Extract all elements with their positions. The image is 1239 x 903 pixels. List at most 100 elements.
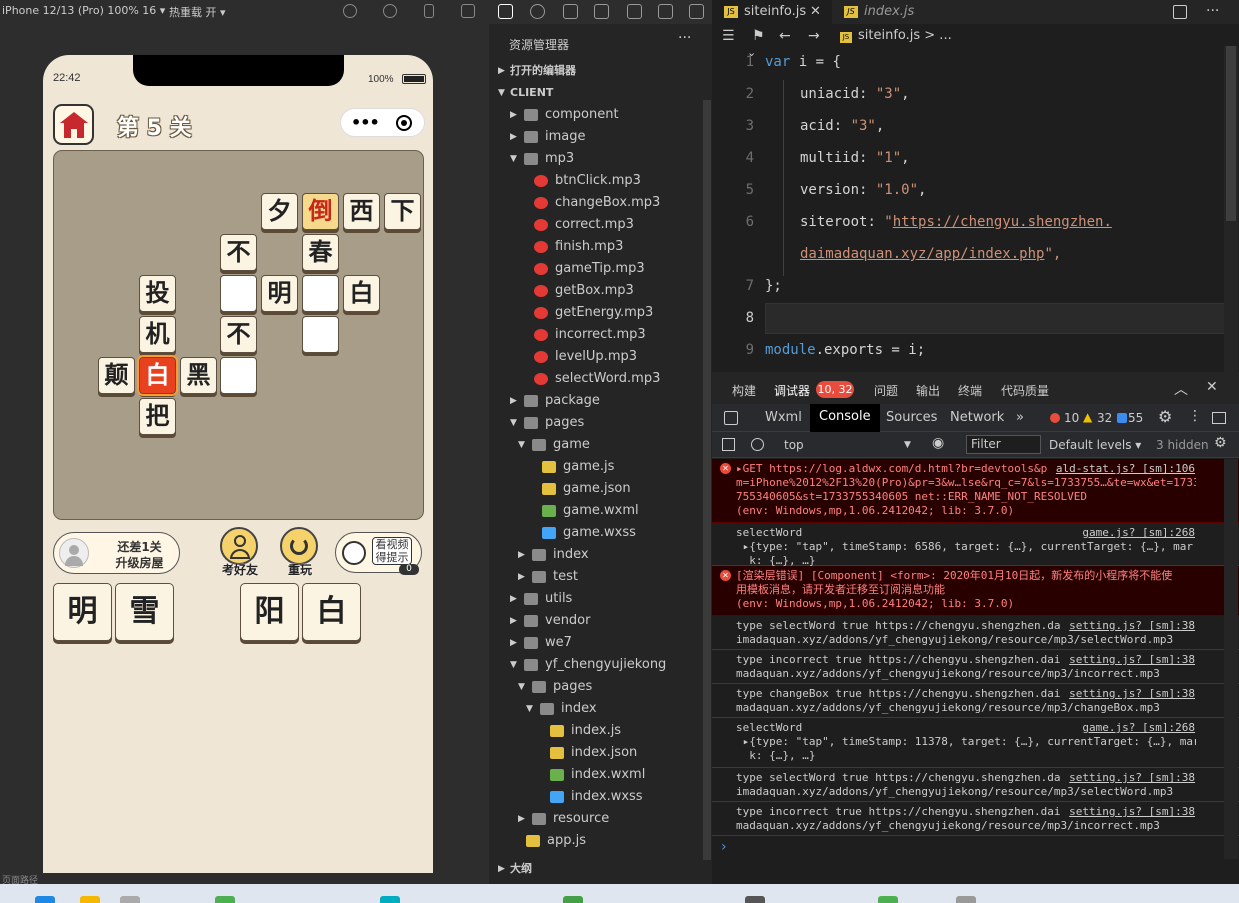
tree-file[interactable]: finish.mp3 xyxy=(489,236,712,258)
phone-icon[interactable] xyxy=(424,4,434,18)
console-error[interactable]: ✕ [渲染层错误] [Component] <form>: 2020年01月10日… xyxy=(712,566,1239,616)
replay-button[interactable]: 重玩 xyxy=(278,527,322,577)
board-cell[interactable]: 倒 xyxy=(302,193,339,230)
app-icon[interactable] xyxy=(380,896,400,903)
dock-icon[interactable] xyxy=(1212,412,1226,424)
board-cell[interactable]: 不 xyxy=(220,316,257,353)
console-log[interactable]: type changeBox true https://chengyu.shen… xyxy=(712,684,1239,718)
board-cell[interactable]: 机 xyxy=(139,316,176,353)
bookmark-icon[interactable]: ⚑ xyxy=(752,24,765,48)
empty-board-cell[interactable] xyxy=(302,275,339,312)
debug-icon[interactable] xyxy=(689,4,704,19)
tab-wxml[interactable]: Wxml xyxy=(765,410,802,425)
home-button[interactable] xyxy=(53,104,94,145)
files-icon[interactable] xyxy=(498,4,513,19)
kebab-icon[interactable]: ⋮ xyxy=(1188,408,1202,424)
tree-folder[interactable]: ▼ index xyxy=(489,698,712,720)
warning-count[interactable]: 32 xyxy=(1097,411,1112,425)
answer-card[interactable]: 白 xyxy=(302,583,361,641)
source-link[interactable]: setting.js? [sm]:38 xyxy=(1069,653,1195,667)
tree-file[interactable]: game.json xyxy=(489,478,712,500)
board-cell[interactable]: 下 xyxy=(384,193,421,230)
console-log[interactable]: selectWord ▸{type: "tap", timeStamp: 658… xyxy=(712,523,1239,567)
tree-file[interactable]: incorrect.mp3 xyxy=(489,324,712,346)
code-url[interactable]: daimadaquan.xyz/app/index.php xyxy=(800,246,1044,262)
context-select[interactable]: top xyxy=(784,438,804,452)
code-line[interactable]: multiid: "1", xyxy=(800,150,910,166)
tab-index[interactable]: JS index.js xyxy=(832,0,914,24)
tree-folder[interactable]: ▼ pages xyxy=(489,412,712,434)
clear-console-icon[interactable] xyxy=(751,438,764,451)
sidebar-toggle-icon[interactable] xyxy=(722,438,735,451)
tree-file[interactable]: changeBox.mp3 xyxy=(489,192,712,214)
tab-siteinfo[interactable]: JS siteinfo.js ✕ xyxy=(712,0,832,24)
watch-video-hint-button[interactable]: 看视频得提示 0 xyxy=(335,532,422,575)
outline-section[interactable]: ▶ 大纲 xyxy=(489,858,712,880)
answer-card[interactable]: 明 xyxy=(53,583,112,641)
list-icon[interactable]: ☰ xyxy=(722,24,735,48)
inspect-icon[interactable] xyxy=(724,411,738,425)
error-count[interactable]: 10 xyxy=(1064,411,1079,425)
console-log[interactable]: type selectWord true https://chengyu.she… xyxy=(712,768,1239,802)
challenge-friend-button[interactable]: 考好友 xyxy=(218,527,262,577)
levels-select[interactable]: Default levels ▾ xyxy=(1049,438,1141,452)
console-log[interactable]: type incorrect true https://chengyu.shen… xyxy=(712,802,1239,836)
board-cell[interactable]: 明 xyxy=(261,275,298,312)
console-error[interactable]: ✕ ▸GET https://log.aldwx.com/d.html?br=de… xyxy=(712,459,1239,523)
tree-folder[interactable]: ▶ index xyxy=(489,544,712,566)
tree-file[interactable]: getEnergy.mp3 xyxy=(489,302,712,324)
filter-input[interactable]: Filter xyxy=(966,435,1041,454)
source-link[interactable]: setting.js? [sm]:38 xyxy=(1069,771,1195,785)
console-scrollbar[interactable] xyxy=(1224,459,1238,859)
hot-reload-toggle[interactable]: 热重载 开 ▾ xyxy=(169,4,226,20)
tab-code-quality[interactable]: 代码质量 xyxy=(1001,382,1049,399)
tab-problems[interactable]: 问题 xyxy=(874,382,898,399)
tree-file[interactable]: index.wxml xyxy=(489,764,712,786)
board-cell[interactable]: 投 xyxy=(139,275,176,312)
tree-folder[interactable]: ▼ pages xyxy=(489,676,712,698)
code-line[interactable]: module.exports = i; xyxy=(765,342,925,358)
window-icon[interactable] xyxy=(461,4,475,18)
extensions-icon[interactable] xyxy=(594,4,609,19)
app-icon[interactable] xyxy=(956,896,976,903)
tree-file[interactable]: getBox.mp3 xyxy=(489,280,712,302)
board-cell[interactable]: 颠 xyxy=(98,357,135,394)
gear-icon[interactable]: ⚙ xyxy=(1158,407,1172,426)
tab-network[interactable]: Network xyxy=(950,410,1004,425)
tree-file[interactable]: index.js xyxy=(489,720,712,742)
tree-folder[interactable]: ▶ utils xyxy=(489,588,712,610)
app-icon[interactable] xyxy=(120,896,140,903)
console-log[interactable]: type incorrect true https://chengyu.shen… xyxy=(712,650,1239,684)
refresh-icon[interactable] xyxy=(343,4,357,18)
board-cell[interactable]: 西 xyxy=(343,193,380,230)
tree-file[interactable]: index.json xyxy=(489,742,712,764)
tree-file[interactable]: game.wxml xyxy=(489,500,712,522)
client-root[interactable]: ▼ CLIENT xyxy=(489,82,712,104)
eye-icon[interactable]: ◉ xyxy=(932,435,944,451)
tree-folder[interactable]: ▶ image xyxy=(489,126,712,148)
source-link[interactable]: setting.js? [sm]:38 xyxy=(1069,805,1195,819)
tree-folder[interactable]: ▶ package xyxy=(489,390,712,412)
tree-file[interactable]: game.js xyxy=(489,456,712,478)
tree-file[interactable]: levelUp.mp3 xyxy=(489,346,712,368)
tree-file[interactable]: gameTip.mp3 xyxy=(489,258,712,280)
info-count[interactable]: 55 xyxy=(1128,411,1143,425)
source-link[interactable]: setting.js? [sm]:38 xyxy=(1069,619,1195,633)
console-log[interactable]: type selectWord true https://chengyu.she… xyxy=(712,616,1239,650)
code-line[interactable]: var i = { xyxy=(765,54,841,70)
source-link[interactable]: ald-stat.js? [sm]:106 xyxy=(1055,462,1195,476)
code-line[interactable]: daimadaquan.xyz/app/index.php", xyxy=(800,246,1061,262)
tree-folder[interactable]: ▶ resource xyxy=(489,808,712,830)
source-link[interactable]: game.js? [sm]:268 xyxy=(1082,721,1195,735)
tree-file[interactable]: selectWord.mp3 xyxy=(489,368,712,390)
gear-icon[interactable]: ⚙ xyxy=(1214,435,1227,451)
open-editors-section[interactable]: ▶ 打开的编辑器 xyxy=(489,60,712,82)
source-link[interactable]: setting.js? [sm]:38 xyxy=(1069,687,1195,701)
storage-icon[interactable] xyxy=(627,4,642,19)
explorer-app-icon[interactable] xyxy=(80,896,100,903)
source-link[interactable]: game.js? [sm]:268 xyxy=(1082,526,1195,540)
tree-folder[interactable]: ▶ we7 xyxy=(489,632,712,654)
tab-console[interactable]: Console xyxy=(810,404,880,432)
close-icon[interactable]: ✕ xyxy=(1206,379,1218,395)
split-editor-icon[interactable] xyxy=(1173,5,1187,19)
